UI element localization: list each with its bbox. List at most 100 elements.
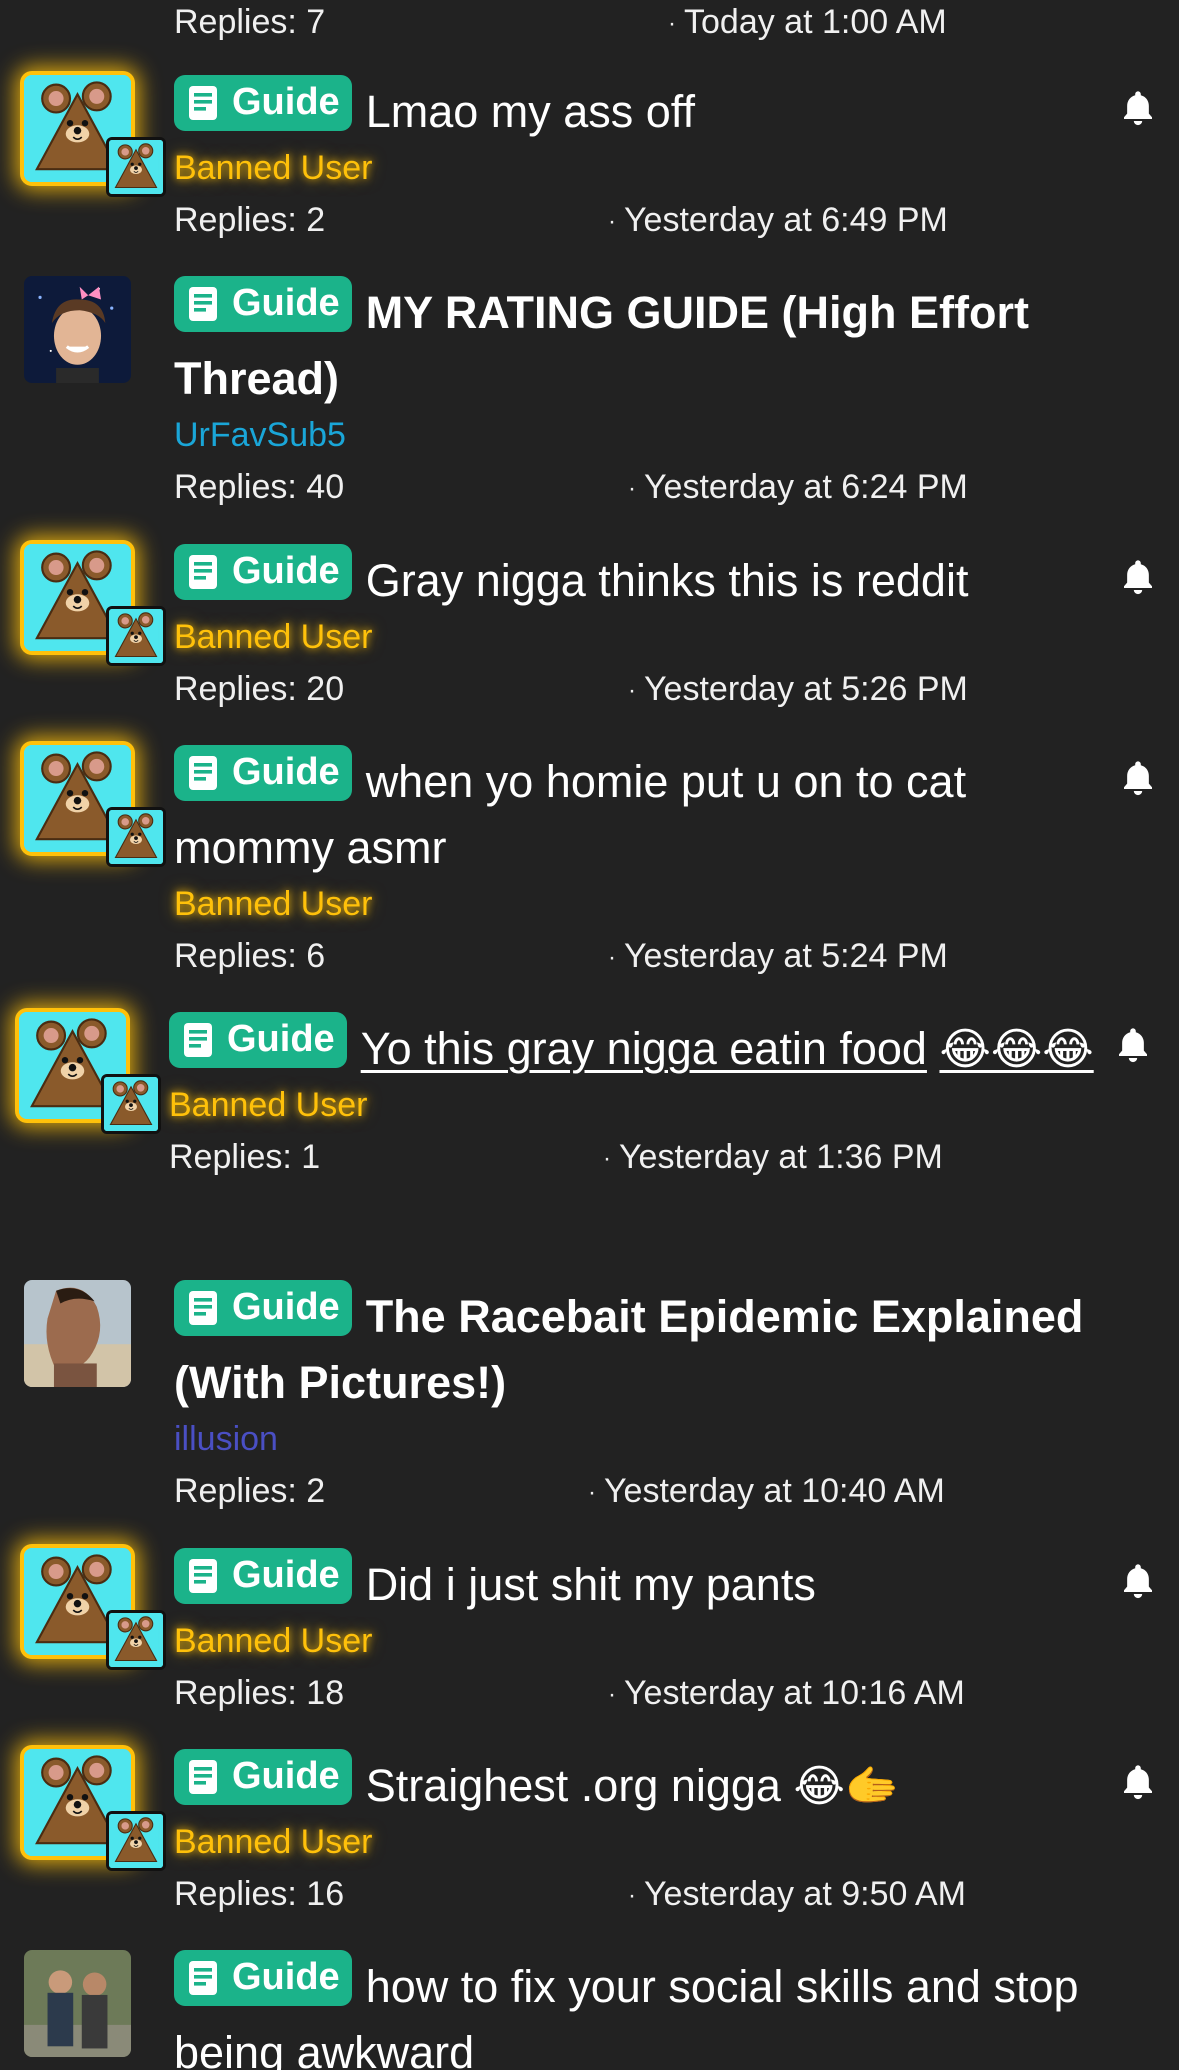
- document-icon: [183, 1022, 213, 1057]
- guide-prefix-badge[interactable]: Guide: [174, 745, 352, 801]
- prefix-label: Guide: [232, 1554, 340, 1596]
- thread-author[interactable]: UrFavSub5: [174, 414, 1099, 456]
- document-icon: [188, 1558, 218, 1593]
- guide-prefix-badge[interactable]: Guide: [174, 75, 352, 131]
- thread-title[interactable]: Guide when yo homie put u on to cat mommy…: [174, 745, 1099, 881]
- bell-icon[interactable]: [1117, 556, 1159, 598]
- prefix-label: Guide: [232, 1286, 340, 1328]
- thread-title[interactable]: Guide Did i just shit my pants: [174, 1548, 1099, 1618]
- author-avatar[interactable]: [24, 1950, 131, 2057]
- separator-dot: ·: [628, 475, 636, 503]
- bell-icon[interactable]: [1117, 87, 1159, 129]
- prefix-label: Guide: [232, 1755, 340, 1797]
- last-post-date[interactable]: · Today at 1:00 AM: [668, 0, 947, 46]
- last-poster-avatar[interactable]: [101, 1074, 161, 1134]
- prefix-label: Guide: [232, 1956, 340, 1998]
- last-post-date-text: Yesterday at 6:24 PM: [644, 468, 968, 506]
- thread-author[interactable]: Banned User: [174, 1620, 1099, 1662]
- last-post-date-text: Yesterday at 1:36 PM: [619, 1138, 943, 1176]
- thread-title-text[interactable]: Did i just shit my pants: [366, 1559, 816, 1610]
- thread-title-text[interactable]: Lmao my ass off: [366, 86, 695, 137]
- prefix-label: Guide: [232, 282, 340, 324]
- guide-prefix-badge[interactable]: Guide: [169, 1012, 347, 1068]
- thread-title-text[interactable]: Yo this gray nigga eatin food: [361, 1023, 927, 1074]
- last-poster-avatar[interactable]: [106, 1610, 166, 1670]
- last-post-date-text: Yesterday at 9:50 AM: [644, 1875, 966, 1913]
- guide-prefix-badge[interactable]: Guide: [174, 1950, 352, 2006]
- thread-meta: Replies: 20 · Yesterday at 5:26 PM: [174, 664, 1099, 714]
- thread-author[interactable]: Banned User: [169, 1084, 1094, 1126]
- thread-content: Guide Lmao my ass off Banned User Replies: …: [174, 75, 1099, 245]
- thread-author[interactable]: Banned User: [174, 1821, 1099, 1863]
- last-post-date[interactable]: · Yesterday at 9:50 AM: [628, 1869, 966, 1921]
- bell-icon[interactable]: [1112, 1024, 1154, 1066]
- thread-title[interactable]: Guide The Racebait Epidemic Explained (Wi…: [174, 1280, 1099, 1416]
- last-post-date[interactable]: · Yesterday at 10:16 AM: [608, 1668, 965, 1720]
- last-poster-avatar[interactable]: [106, 137, 166, 197]
- thread-meta: Replies: 40 · Yesterday at 6:24 PM: [174, 462, 1099, 512]
- last-post-date[interactable]: · Yesterday at 5:24 PM: [608, 931, 948, 983]
- thread-meta: Replies: 16 · Yesterday at 9:50 AM: [174, 1869, 1099, 1919]
- thread-meta: Replies: 6 · Yesterday at 5:24 PM: [174, 931, 1099, 981]
- thread-title-text[interactable]: Gray nigga thinks this is reddit: [366, 555, 969, 606]
- reply-count: Replies: 1: [169, 1138, 321, 1176]
- last-post-date-text: Yesterday at 6:49 PM: [624, 201, 948, 239]
- reply-count: Replies: 2: [174, 1472, 326, 1510]
- author-avatar[interactable]: [24, 1280, 131, 1387]
- thread-meta: Replies: 7 · Today at 1:00 AM: [174, 0, 1099, 44]
- guide-prefix-badge[interactable]: Guide: [174, 276, 352, 332]
- title-emoji: 😂🫱: [793, 1762, 900, 1811]
- last-post-date[interactable]: · Yesterday at 1:36 PM: [603, 1132, 943, 1184]
- reply-count: Replies: 18: [174, 1674, 345, 1712]
- thread-title[interactable]: Guide Yo this gray nigga eatin food 😂😂😂: [169, 1012, 1094, 1082]
- last-post-date[interactable]: · Yesterday at 6:49 PM: [608, 195, 948, 247]
- last-post-date-text: Today at 1:00 AM: [684, 3, 947, 41]
- thread-content: Guide when yo homie put u on to cat mommy…: [174, 745, 1099, 981]
- prefix-label: Guide: [232, 550, 340, 592]
- last-poster-avatar[interactable]: [106, 606, 166, 666]
- bell-icon[interactable]: [1117, 1761, 1159, 1803]
- last-post-date[interactable]: · Yesterday at 6:24 PM: [628, 462, 968, 514]
- thread-author[interactable]: Banned User: [174, 616, 1099, 658]
- author-avatar[interactable]: [24, 276, 131, 383]
- reply-count: Replies: 6: [174, 937, 326, 975]
- last-post-date-text: Yesterday at 5:24 PM: [624, 937, 948, 975]
- thread-title[interactable]: Guide MY RATING GUIDE (High Effort Thread…: [174, 276, 1099, 412]
- last-poster-avatar[interactable]: [106, 1811, 166, 1871]
- thread-content: Guide Straighest .org nigga 😂🫱 Banned User…: [174, 1749, 1099, 1919]
- guide-prefix-badge[interactable]: Guide: [174, 1548, 352, 1604]
- thread-title[interactable]: Guide Gray nigga thinks this is reddit: [174, 544, 1099, 614]
- document-icon: [188, 1759, 218, 1794]
- thread-title[interactable]: Guide how to fix your social skills and s…: [174, 1950, 1099, 2070]
- bell-icon[interactable]: [1117, 1560, 1159, 1602]
- guide-prefix-badge[interactable]: Guide: [174, 1749, 352, 1805]
- last-post-date[interactable]: · Yesterday at 5:26 PM: [628, 664, 968, 716]
- last-poster-avatar[interactable]: [106, 807, 166, 867]
- reply-count: Replies: 16: [174, 1875, 345, 1913]
- prefix-label: Guide: [232, 751, 340, 793]
- document-icon: [188, 755, 218, 790]
- prefix-label: Guide: [232, 81, 340, 123]
- bell-icon[interactable]: [1117, 757, 1159, 799]
- separator-dot: ·: [628, 1882, 636, 1910]
- document-icon: [188, 85, 218, 120]
- thread-title[interactable]: Guide Straighest .org nigga 😂🫱: [174, 1749, 1099, 1819]
- thread-author[interactable]: Banned User: [174, 883, 1099, 925]
- guide-prefix-badge[interactable]: Guide: [174, 544, 352, 600]
- thread-meta: Replies: 1 · Yesterday at 1:36 PM: [169, 1132, 1094, 1182]
- thread-title[interactable]: Guide Lmao my ass off: [174, 75, 1099, 145]
- thread-meta: Replies: 2 · Yesterday at 10:40 AM: [174, 1466, 1099, 1516]
- thread-title-text[interactable]: Straighest .org nigga: [366, 1760, 781, 1811]
- separator-dot: ·: [603, 1145, 611, 1173]
- thread-content: Guide Gray nigga thinks this is reddit Ban…: [174, 544, 1099, 714]
- thread-author[interactable]: illusion: [174, 1418, 1099, 1460]
- thread-author[interactable]: Banned User: [174, 147, 1099, 189]
- document-icon: [188, 286, 218, 321]
- last-post-date-text: Yesterday at 5:26 PM: [644, 670, 968, 708]
- thread-content: Guide The Racebait Epidemic Explained (Wi…: [174, 1280, 1099, 1516]
- last-post-date[interactable]: · Yesterday at 10:40 AM: [588, 1466, 945, 1518]
- guide-prefix-badge[interactable]: Guide: [174, 1280, 352, 1336]
- document-icon: [188, 554, 218, 589]
- thread-meta: Replies: 18 · Yesterday at 10:16 AM: [174, 1668, 1099, 1718]
- last-post-date-text: Yesterday at 10:40 AM: [604, 1472, 945, 1510]
